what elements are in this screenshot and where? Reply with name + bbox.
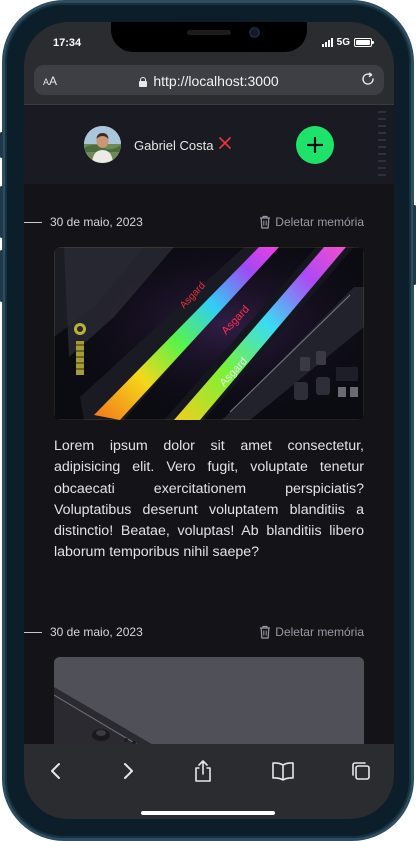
url-display[interactable]: http://localhost:3000 — [34, 73, 384, 89]
lock-icon — [139, 77, 148, 87]
memory-date: 30 de maio, 2023 — [50, 625, 143, 639]
notch — [111, 22, 307, 52]
browser-toolbar — [24, 744, 394, 819]
browser-address-area: AA http://localhost:3000 — [24, 62, 394, 104]
back-icon[interactable] — [43, 758, 69, 784]
url-text: http://localhost:3000 — [153, 73, 279, 89]
tabs-icon[interactable] — [348, 758, 374, 784]
app-header: Gabriel Costa — [24, 104, 394, 184]
user-name: Gabriel Costa — [134, 138, 214, 153]
timeline-marker — [24, 632, 42, 633]
address-bar[interactable]: AA http://localhost:3000 — [34, 65, 384, 95]
forward-icon[interactable] — [115, 758, 141, 784]
battery-icon — [354, 38, 374, 47]
reload-icon[interactable] — [360, 71, 376, 92]
trash-icon — [260, 215, 271, 229]
network-type: 5G — [336, 37, 350, 48]
delete-memory-button[interactable]: Deletar memória — [259, 215, 364, 229]
memory-text: Lorem ipsum dolor sit amet consectetur, … — [54, 438, 364, 561]
status-time: 17:34 — [53, 37, 82, 49]
delete-memory-button[interactable]: Deletar memória — [259, 625, 364, 639]
screen: 17:34 5G AA http://localhost:3000 Gabrie… — [24, 22, 394, 819]
memory-date: 30 de maio, 2023 — [50, 215, 143, 229]
memory-image[interactable]: Asgard Asgard Asgard — [54, 247, 364, 420]
memory-feed: 30 de maio, 2023 Deletar memória Asgard … — [24, 184, 394, 757]
memory-image[interactable] — [54, 657, 364, 757]
status-indicators: 5G — [321, 37, 374, 48]
speaker — [187, 30, 231, 35]
mute-switch — [0, 132, 3, 158]
share-icon[interactable] — [190, 758, 216, 784]
volume-down-button — [0, 250, 3, 302]
home-indicator[interactable] — [141, 811, 275, 815]
timeline-marker — [24, 222, 42, 223]
header-decoration — [378, 111, 386, 179]
avatar[interactable] — [84, 126, 121, 163]
trash-icon — [260, 625, 271, 639]
front-camera — [249, 27, 260, 38]
delete-label: Deletar memória — [275, 215, 364, 229]
plus-icon — [306, 136, 324, 154]
delete-label: Deletar memória — [275, 625, 364, 639]
bookmarks-icon[interactable] — [270, 758, 296, 784]
signal-icon — [321, 38, 333, 47]
add-memory-button[interactable] — [296, 126, 334, 164]
close-icon[interactable] — [217, 135, 233, 151]
volume-up-button — [0, 186, 3, 238]
